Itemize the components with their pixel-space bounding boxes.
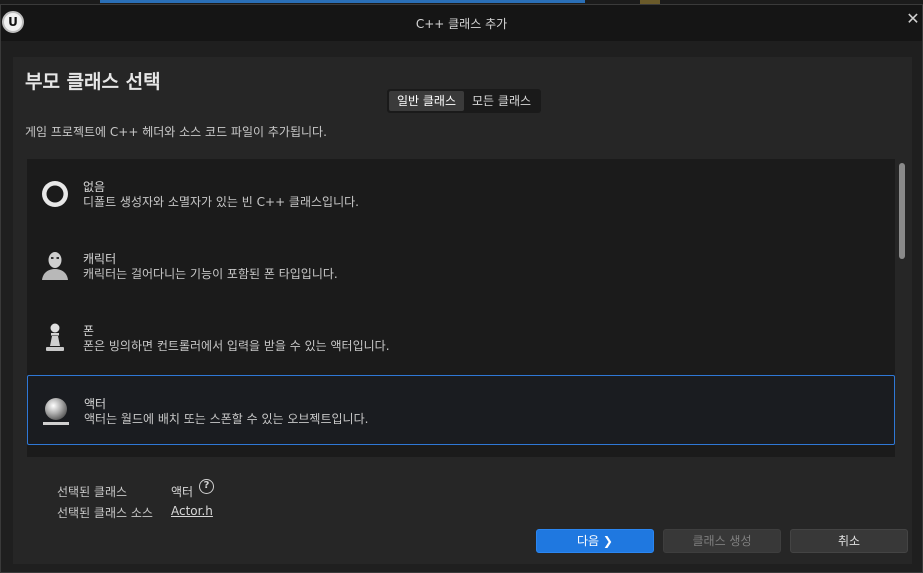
class-description: 디폴트 생성자와 소멸자가 있는 빈 C++ 클래스입니다. [83,195,359,209]
class-item-pawn[interactable]: 폰 폰은 빙의하면 컨트롤러에서 입력을 받을 수 있는 액터입니다. [27,303,895,373]
next-button[interactable]: 다음 ❯ [536,529,654,553]
class-item-none[interactable]: 없음 디폴트 생성자와 소멸자가 있는 빈 C++ 클래스입니다. [27,159,895,229]
class-item-actor[interactable]: 액터 액터는 월드에 배치 또는 스폰할 수 있는 오브젝트입니다. [27,375,895,445]
close-icon[interactable]: ✕ [905,11,921,27]
actor-icon [43,398,69,425]
class-description: 캐릭터는 걸어다니는 기능이 포함된 폰 타입입니다. [83,267,338,281]
page-title: 부모 클래스 선택 [25,71,161,93]
tab-common-classes[interactable]: 일반 클래스 [389,91,465,111]
chevron-right-icon: ❯ [602,534,613,548]
class-description: 액터는 월드에 배치 또는 스폰할 수 있는 오브젝트입니다. [84,412,369,426]
class-description: 폰은 빙의하면 컨트롤러에서 입력을 받을 수 있는 액터입니다. [83,339,390,353]
character-icon [42,252,68,280]
empty-class-icon [42,181,68,207]
background-tab-highlight [100,0,585,3]
selected-class-source-label: 선택된 클래스 소스 [57,506,153,520]
parent-class-list: 없음 디폴트 생성자와 소멸자가 있는 빈 C++ 클래스입니다. 캐릭터 캐릭… [27,159,905,457]
cancel-button[interactable]: 취소 [790,529,908,553]
dialog-titlebar: U C++ 클래스 추가 ✕ [1,5,922,41]
selected-class-label: 선택된 클래스 [57,485,128,499]
dialog-title: C++ 클래스 추가 [415,17,508,31]
pawn-icon [46,323,64,351]
create-class-button[interactable]: 클래스 생성 [663,529,781,553]
help-icon[interactable]: ? [199,479,214,494]
class-item-character[interactable]: 캐릭터 캐릭터는 걸어다니는 기능이 포함된 폰 타입입니다. [27,231,895,301]
tab-all-classes[interactable]: 모든 클래스 [464,91,539,111]
selected-class-value: 액터 [171,485,194,499]
class-list-scrollbar[interactable] [899,163,905,259]
dialog-content: 부모 클래스 선택 일반 클래스 모든 클래스 게임 프로젝트에 C++ 헤더와… [13,57,912,564]
class-filter-tabs: 일반 클래스 모든 클래스 [387,89,542,113]
selected-class-source-link[interactable]: Actor.h [171,504,213,518]
add-cpp-class-dialog: U C++ 클래스 추가 ✕ 부모 클래스 선택 일반 클래스 모든 클래스 게… [0,4,923,573]
dialog-description: 게임 프로젝트에 C++ 헤더와 소스 코드 파일이 추가됩니다. [25,125,327,139]
